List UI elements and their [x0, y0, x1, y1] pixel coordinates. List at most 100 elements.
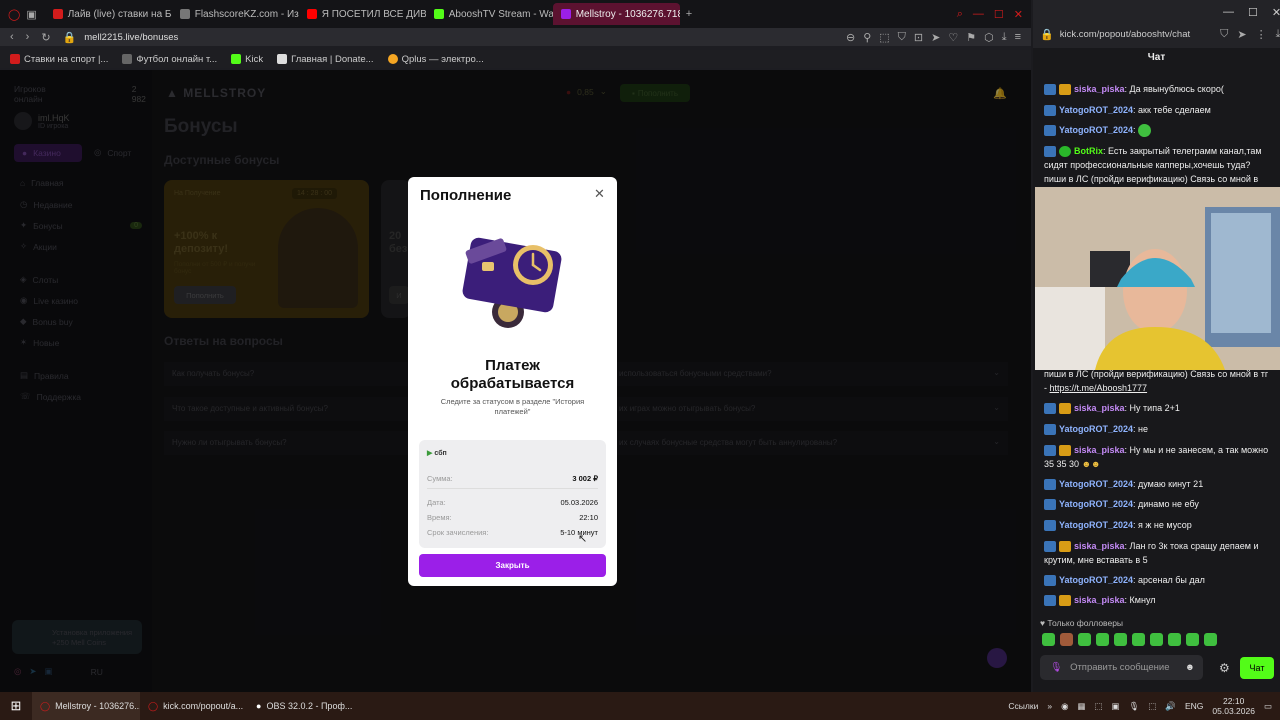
opera-icon: ◯ — [148, 700, 159, 711]
bookmark-item[interactable]: Kick — [231, 54, 263, 65]
tray-app-icon[interactable]: ⬚ — [1095, 701, 1103, 712]
emote-icon[interactable] — [1078, 633, 1091, 646]
chat-text: : я ж не мусор — [1133, 520, 1192, 530]
chat-username[interactable]: YatogoROT_2024 — [1059, 520, 1133, 530]
emote-icon[interactable] — [1132, 633, 1145, 646]
minimize-icon[interactable]: — — [973, 8, 984, 20]
bookmark-item[interactable]: Главная | Donate... — [277, 53, 374, 65]
chat-username[interactable]: YatogoROT_2024 — [1059, 499, 1133, 509]
gear-icon[interactable]: ⚙ — [1219, 661, 1230, 675]
reload-icon[interactable]: ↻ — [41, 31, 50, 44]
emote-icon[interactable] — [1060, 633, 1073, 646]
tray-app-icon[interactable]: ▦ — [1077, 701, 1085, 712]
close-icon[interactable]: ✕ — [1014, 8, 1023, 21]
emote-icon[interactable] — [1096, 633, 1109, 646]
menu-icon[interactable]: ≡ — [1015, 31, 1021, 44]
chat-username[interactable]: YatogoROT_2024 — [1059, 105, 1133, 115]
network-icon[interactable]: ⬚ — [1148, 701, 1156, 712]
extensions-icon[interactable]: ⬡ — [984, 31, 994, 44]
badge-icon — [1044, 541, 1056, 553]
chat-username[interactable]: siska_piska — [1074, 403, 1125, 413]
chat-username[interactable]: siska_piska — [1074, 595, 1125, 605]
url-field[interactable]: mell2215.live/bonuses — [84, 32, 178, 43]
send-icon[interactable]: ➤ — [931, 31, 940, 44]
snapshot-icon[interactable]: ⬚ — [879, 31, 889, 44]
forward-icon[interactable]: › — [26, 31, 30, 43]
emoji-icon[interactable]: ☻ — [1185, 662, 1195, 673]
send-chat-button[interactable]: Чат — [1240, 657, 1274, 679]
tab-youtube[interactable]: Я ПОСЕТИЛ ВСЕ ДИВИЗ — [299, 3, 426, 25]
menu-icon[interactable]: ⋮ — [1256, 28, 1267, 41]
tray-app-icon[interactable]: ▣ — [1112, 701, 1120, 712]
tab-menu-icon[interactable]: ▣ — [26, 8, 36, 21]
emote-icon[interactable] — [1042, 633, 1055, 646]
send-icon[interactable]: ➤ — [1237, 28, 1246, 41]
language-indicator[interactable]: ENG — [1185, 701, 1203, 711]
chat-username[interactable]: YatogoROT_2024 — [1059, 125, 1133, 135]
followers-only-text: Только фолловеры — [1047, 618, 1124, 628]
tab-flashscore[interactable]: FlashscoreKZ.com - Избр — [172, 3, 299, 25]
download-icon[interactable]: ⤓ — [1002, 31, 1007, 44]
shield-icon[interactable]: ⛉ — [1220, 28, 1228, 41]
shield-icon[interactable]: ⛉ — [898, 31, 906, 44]
chat-link[interactable]: https://t.me/Aboosh1777 — [1050, 383, 1148, 393]
bookmark-item[interactable]: Ставки на спорт |... — [10, 54, 108, 65]
emote-icon[interactable] — [1168, 633, 1181, 646]
pin-icon[interactable]: ⚲ — [863, 31, 871, 44]
taskbar-item-kick[interactable]: ◯ kick.com/popout/a... — [140, 692, 248, 720]
back-icon[interactable]: ‹ — [10, 31, 14, 43]
tab-basketball[interactable]: Лайв (live) ставки на Бас — [45, 3, 172, 25]
opera-icon[interactable]: ◯ — [8, 8, 20, 21]
emote-icon[interactable] — [1204, 633, 1217, 646]
download-icon[interactable]: ⤓ — [1276, 28, 1280, 41]
close-icon[interactable]: ✕ — [1272, 6, 1280, 19]
volume-icon[interactable]: 🔊 — [1165, 701, 1176, 712]
status-heading-line: обрабатывается — [450, 375, 575, 392]
tab-mellstroy[interactable]: Mellstroy - 1036276.71840 — [552, 3, 680, 25]
lock-icon[interactable]: 🔒 — [63, 31, 77, 44]
bookmark-item[interactable]: Qplus — электро... — [387, 54, 484, 65]
chat-input[interactable]: 🎙 Отправить сообщение ☻ — [1040, 655, 1203, 680]
minimize-icon[interactable]: — — [1223, 6, 1234, 19]
emote-icon[interactable] — [1114, 633, 1127, 646]
tab-kick[interactable]: AbooshTV Stream - Watc — [426, 3, 553, 25]
taskbar-item-mellstroy[interactable]: ◯ Mellstroy - 1036276... — [32, 692, 140, 720]
screenshot-icon[interactable]: ⊡ — [914, 31, 923, 44]
bookmark-icon[interactable]: ⚑ — [966, 31, 976, 44]
links-toolbar[interactable]: Ссылки — [1008, 701, 1038, 711]
search-icon[interactable]: ⌕ — [957, 8, 963, 21]
chat-username[interactable]: siska_piska — [1074, 541, 1125, 551]
chevron-up-icon[interactable]: » — [1047, 701, 1052, 711]
tray-app-icon[interactable]: ◉ — [1061, 701, 1068, 712]
chat-url[interactable]: kick.com/popout/abooshtv/chat — [1060, 29, 1190, 40]
taskbar-label: OBS 32.0.2 - Проф... — [266, 701, 353, 711]
chat-username[interactable]: BotRix — [1074, 146, 1103, 156]
notification-icon[interactable]: ▭ — [1264, 701, 1272, 712]
emote-icon[interactable] — [1150, 633, 1163, 646]
maximize-icon[interactable]: ☐ — [994, 8, 1004, 21]
new-tab-icon[interactable]: + — [686, 8, 692, 20]
bookmark-item[interactable]: Футбол онлайн т... — [122, 54, 217, 65]
bookmark-label: Главная | Donate... — [291, 53, 374, 65]
chat-address-bar: 🔒 kick.com/popout/abooshtv/chat ⛉ ➤ ⋮ ⤓ — [1040, 28, 1280, 41]
close-icon[interactable]: ✕ — [594, 186, 605, 202]
tab-label: Mellstroy - 1036276.71840 — [575, 8, 680, 20]
zoom-icon[interactable]: ⊖ — [846, 31, 855, 44]
chat-username[interactable]: YatogoROT_2024 — [1059, 575, 1133, 585]
emote-icon[interactable] — [1186, 633, 1199, 646]
windows-start-icon[interactable]: ⊞ — [0, 698, 32, 714]
chat-username[interactable]: siska_piska — [1074, 84, 1125, 94]
heart-icon[interactable]: ♡ — [948, 31, 958, 44]
close-modal-button[interactable]: Закрыть — [419, 554, 606, 577]
clock[interactable]: 22:10 05.03.2026 — [1212, 696, 1255, 716]
chat-username[interactable]: YatogoROT_2024 — [1059, 424, 1133, 434]
chat-username[interactable]: siska_piska — [1074, 445, 1125, 455]
maximize-icon[interactable]: ☐ — [1248, 6, 1258, 19]
chat-username[interactable]: YatogoROT_2024 — [1059, 479, 1133, 489]
microphone-icon[interactable]: 🎙 — [1129, 701, 1140, 712]
detail-label: Дата: — [427, 498, 446, 507]
microphone-icon[interactable]: 🎙 — [1050, 662, 1062, 673]
badge-icon — [1044, 499, 1056, 511]
taskbar-item-obs[interactable]: ● OBS 32.0.2 - Проф... — [248, 692, 356, 720]
sbp-text: сбп — [434, 449, 447, 457]
